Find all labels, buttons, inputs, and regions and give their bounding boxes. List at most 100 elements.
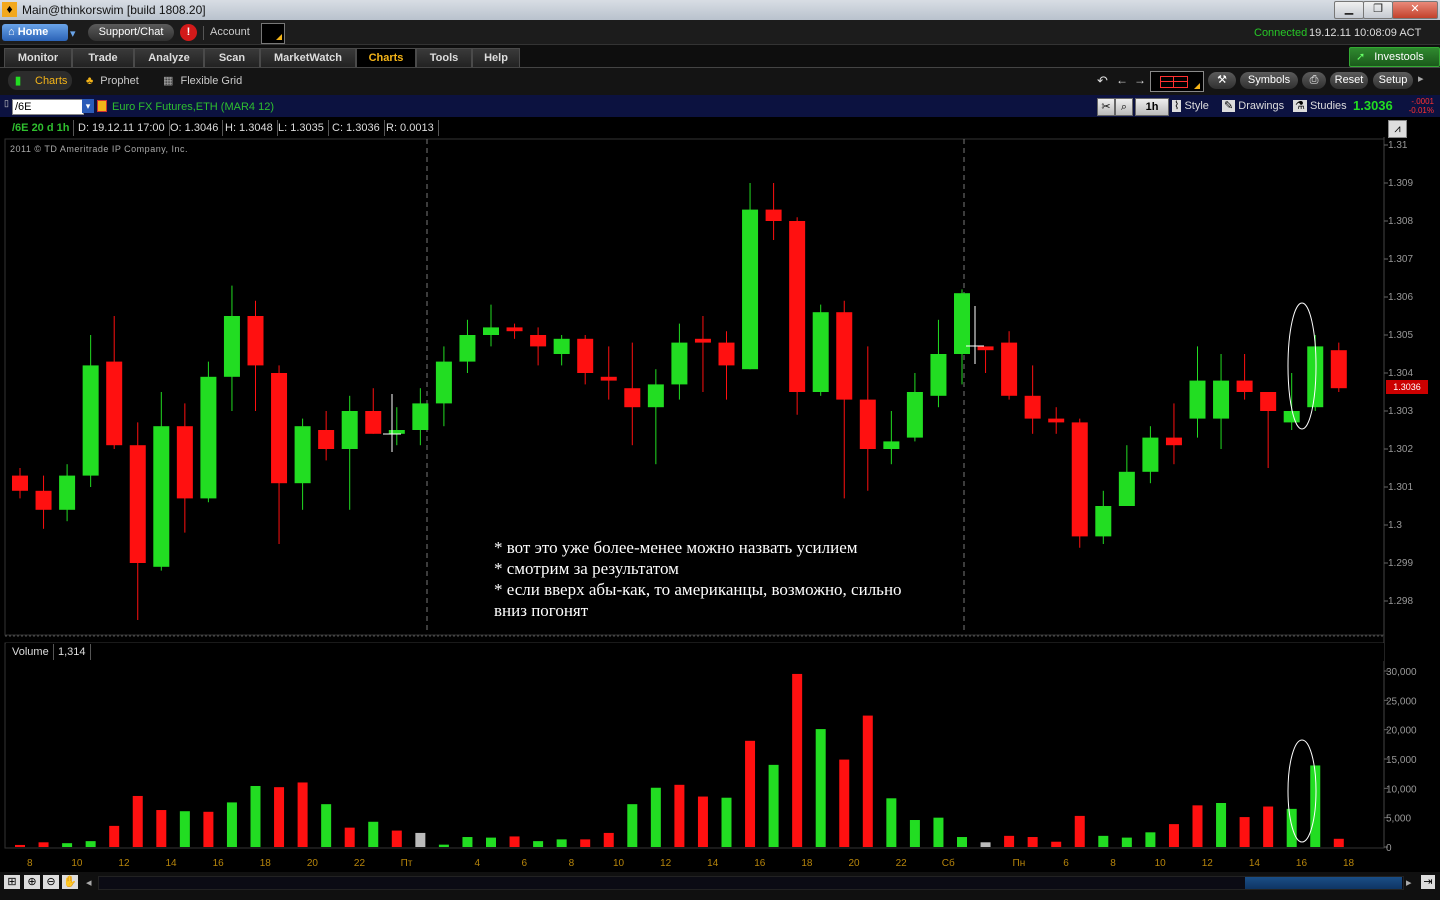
volume-bar (627, 804, 638, 847)
style-button[interactable]: ⌇ Style (1172, 98, 1209, 114)
time-tick-label: 22 (354, 858, 366, 869)
link-icon[interactable]: ▯ (4, 98, 9, 109)
tab-monitor[interactable]: Monitor (4, 48, 72, 67)
reset-button[interactable]: Reset (1330, 72, 1368, 89)
volume-bar (15, 844, 25, 847)
candle-body (35, 490, 52, 510)
studies-label: Studies (1309, 100, 1347, 112)
alert-button[interactable]: ! (180, 24, 197, 41)
volume-bar (368, 821, 379, 847)
account-label: Account (210, 26, 250, 38)
candle-body (341, 411, 358, 449)
candle-body (836, 312, 853, 400)
scroll-right-icon[interactable]: ▸ (1406, 876, 1412, 889)
tab-tools[interactable]: Tools (416, 48, 472, 67)
candle-body (294, 426, 311, 484)
candle-body (812, 312, 829, 392)
corner-arrow-icon (276, 34, 282, 40)
undo-icon[interactable]: ↶ (1097, 73, 1108, 89)
price-tick-label: 1.305 (1388, 330, 1413, 341)
tab-marketwatch[interactable]: MarketWatch (260, 48, 356, 67)
layout-selector[interactable] (1150, 71, 1204, 92)
tab-help[interactable]: Help (472, 48, 520, 67)
price-chart[interactable]: 1.311.3091.3081.3071.3061.3051.3041.3031… (0, 137, 1440, 872)
scrollbar-thumb[interactable] (1245, 877, 1402, 889)
bar-high: H: 1.3048 (221, 120, 278, 136)
timeframe-button[interactable]: 1h (1135, 98, 1169, 116)
candle-body (1048, 418, 1065, 423)
subtab-charts[interactable]: ▮ Charts (8, 71, 72, 90)
volume-bar (297, 782, 308, 847)
zoom-icon[interactable]: ⌕ (1115, 98, 1133, 116)
back-arrow-icon[interactable]: ← (1116, 73, 1128, 87)
time-tick-label: 16 (754, 858, 766, 869)
volume-bar (1074, 815, 1085, 847)
bar-date: D: 19.12.11 17:00 (74, 120, 170, 136)
maximize-button[interactable]: ❐ (1363, 1, 1393, 19)
home-label: Home (17, 26, 49, 38)
close-button[interactable]: ✕ (1392, 1, 1438, 19)
chart-settings-icon[interactable]: ⩘ (1388, 120, 1407, 138)
investools-button[interactable]: ➚ Investools (1349, 47, 1440, 67)
tab-scan[interactable]: Scan (204, 48, 260, 67)
support-chat-button[interactable]: Support/Chat (88, 24, 174, 41)
studies-button[interactable]: ⚗ Studies (1293, 98, 1347, 114)
volume-bar (603, 832, 614, 847)
subtab-flexible-grid-label: Flexible Grid (180, 75, 243, 87)
thinkorswim-logo-icon: ♦ (2, 2, 17, 17)
drawings-button[interactable]: ✎ Drawings (1222, 98, 1284, 114)
candle-body (1024, 395, 1041, 419)
zoom-in-icon[interactable]: ⊕ (24, 875, 40, 889)
forward-arrow-icon[interactable]: → (1134, 73, 1146, 87)
volume-bar (1216, 803, 1227, 847)
zoom-out-icon[interactable]: ⊖ (43, 875, 59, 889)
symbols-button[interactable]: Symbols (1240, 72, 1298, 89)
time-tick-label: 6 (1063, 858, 1069, 869)
subtab-prophet[interactable]: ♣ Prophet (86, 72, 139, 90)
tab-trade[interactable]: Trade (72, 48, 134, 67)
volume-bar (909, 820, 920, 847)
candle-body (1001, 342, 1018, 396)
setup-button[interactable]: Setup (1373, 72, 1413, 89)
subtab-flexible-grid[interactable]: ▦ Flexible Grid (163, 72, 242, 90)
time-tick-label: 14 (166, 858, 178, 869)
annotation-line: вниз погонят (494, 601, 589, 620)
scroll-right-icon[interactable]: ▸ (1418, 72, 1424, 85)
volume-bar (1192, 805, 1203, 847)
candle-body (365, 411, 382, 434)
symbol-input[interactable]: /6E (12, 99, 84, 115)
volume-bar (179, 811, 190, 847)
time-tick-label: 14 (707, 858, 719, 869)
print-button[interactable]: ⎙ (1302, 72, 1326, 89)
minimize-button[interactable]: ▁ (1334, 1, 1364, 19)
grid-toggle-icon[interactable]: ⊞ (4, 875, 20, 889)
candle-body (1165, 437, 1182, 446)
tab-analyze[interactable]: Analyze (134, 48, 204, 67)
dropdown-arrow-icon[interactable]: ▾ (70, 27, 76, 40)
tool-icon[interactable]: ✂ (1097, 98, 1115, 116)
volume-bar (109, 825, 120, 847)
grid-icon: ▦ (163, 75, 174, 87)
home-button[interactable]: ⌂ Home (2, 24, 68, 41)
price-change: -.0001 (1411, 97, 1434, 106)
price-axis: 1.31 1.309 1.308 1.307 1.306 1.305 1.304 1.303 1… (1384, 140, 1413, 607)
account-selector[interactable] (261, 23, 285, 44)
price-tick-label: 1.307 (1388, 254, 1413, 265)
candle-body (954, 293, 970, 354)
symbol-dropdown-icon[interactable]: ▾ (82, 99, 94, 113)
price-tick-label: 1.309 (1388, 178, 1413, 189)
style-icon: ⌇ (1172, 100, 1182, 112)
tab-charts[interactable]: Charts (356, 48, 416, 67)
time-tick-label: 8 (27, 858, 33, 869)
volume-bar (1168, 824, 1179, 847)
horizontal-scrollbar[interactable] (98, 876, 1404, 890)
wrench-button[interactable]: ⚒ (1208, 72, 1236, 89)
candle-body (1236, 380, 1253, 392)
pan-icon[interactable]: ✋ (62, 875, 78, 889)
scroll-left-icon[interactable]: ◂ (86, 876, 92, 889)
volume-bar (62, 843, 73, 847)
last-price-badge: 1.3036 (1386, 380, 1428, 394)
candle-body (1071, 422, 1088, 537)
scroll-end-icon[interactable]: ⇥ (1421, 875, 1435, 889)
candle-body (59, 475, 76, 510)
